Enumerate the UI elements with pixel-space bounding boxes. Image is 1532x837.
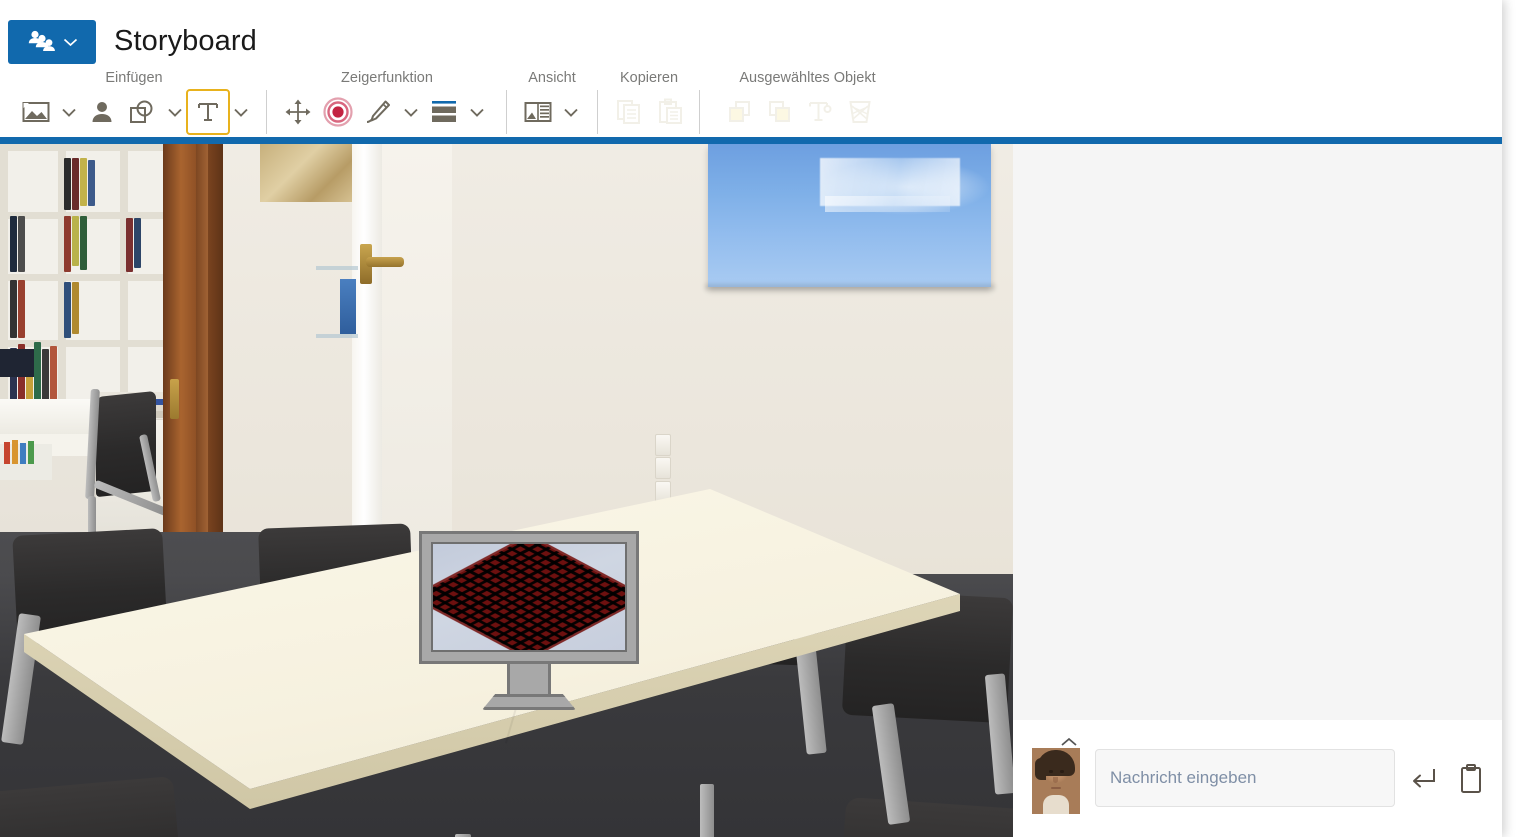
insert-text-dropdown[interactable] — [228, 91, 254, 133]
ribbon-group-copy: Kopieren — [604, 66, 694, 137]
monitor-stand-foot — [482, 694, 576, 710]
participants-menu-button[interactable] — [8, 20, 96, 64]
insert-text-button[interactable] — [186, 89, 230, 135]
clipboard-button[interactable] — [1453, 760, 1489, 798]
ribbon-group-view-label: Ansicht — [528, 70, 576, 86]
conference-room-photo — [0, 144, 1013, 837]
ribbon-group-insert: Einfügen — [8, 66, 260, 137]
text-properties-button[interactable] — [800, 91, 840, 133]
ribbon-toolbar: Einfügen Zeigerfunktion Ansicht Kopieren… — [0, 66, 1502, 137]
view-layout-dropdown[interactable] — [558, 91, 584, 133]
ribbon-group-view: Ansicht — [516, 66, 588, 137]
pointer-laser-button[interactable] — [318, 91, 358, 133]
pointer-highlight-dropdown[interactable] — [464, 91, 490, 133]
page-title: Storyboard — [114, 25, 257, 57]
ribbon-separator — [506, 90, 507, 134]
ribbon-separator — [597, 90, 598, 134]
pointer-pen-dropdown[interactable] — [398, 91, 424, 133]
pointer-highlight-button[interactable] — [424, 91, 464, 133]
send-message-button[interactable] — [1405, 760, 1441, 798]
ribbon-group-selected-object-label: Ausgewähltes Objekt — [739, 70, 876, 86]
monitor-clipart[interactable] — [419, 531, 639, 716]
monitor-screen — [431, 542, 627, 652]
application-window: Storyboard Einfügen Zeigerfunktion Ansic… — [0, 0, 1502, 837]
insert-image-button[interactable] — [16, 91, 56, 133]
paste-button[interactable] — [650, 91, 690, 133]
bring-to-front-button[interactable] — [720, 91, 760, 133]
ribbon-separator — [266, 90, 267, 134]
maze-graphic — [433, 544, 625, 650]
avatar[interactable] — [1032, 748, 1080, 814]
enter-return-icon — [1413, 769, 1435, 788]
ribbon-group-selected-object: Ausgewähltes Objekt — [710, 66, 905, 137]
storyboard-canvas[interactable] — [0, 144, 1013, 837]
chat-bar — [1013, 720, 1502, 837]
clipboard-icon — [1461, 764, 1481, 793]
accent-divider — [0, 137, 1502, 144]
people-group-icon — [27, 29, 57, 56]
pointer-pen-button[interactable] — [358, 91, 398, 133]
insert-shape-dropdown[interactable] — [162, 91, 188, 133]
copy-button[interactable] — [610, 91, 650, 133]
ribbon-group-copy-label: Kopieren — [619, 70, 679, 86]
pointer-move-button[interactable] — [278, 91, 318, 133]
side-panel — [1013, 144, 1502, 837]
ribbon-group-pointer: Zeigerfunktion — [276, 66, 498, 137]
delete-object-button[interactable] — [840, 91, 880, 133]
view-layout-button[interactable] — [518, 91, 558, 133]
top-bar: Storyboard Einfügen Zeigerfunktion Ansic… — [0, 0, 1502, 137]
insert-person-button[interactable] — [82, 91, 122, 133]
ribbon-separator — [699, 90, 700, 134]
chevron-up-icon — [1061, 737, 1077, 746]
ribbon-group-insert-label: Einfügen — [105, 70, 163, 86]
insert-shape-button[interactable] — [122, 91, 162, 133]
insert-image-dropdown[interactable] — [56, 91, 82, 133]
ribbon-group-pointer-label: Zeigerfunktion — [341, 70, 433, 86]
send-to-back-button[interactable] — [760, 91, 800, 133]
message-input[interactable] — [1095, 749, 1395, 807]
chevron-down-icon — [63, 35, 78, 50]
